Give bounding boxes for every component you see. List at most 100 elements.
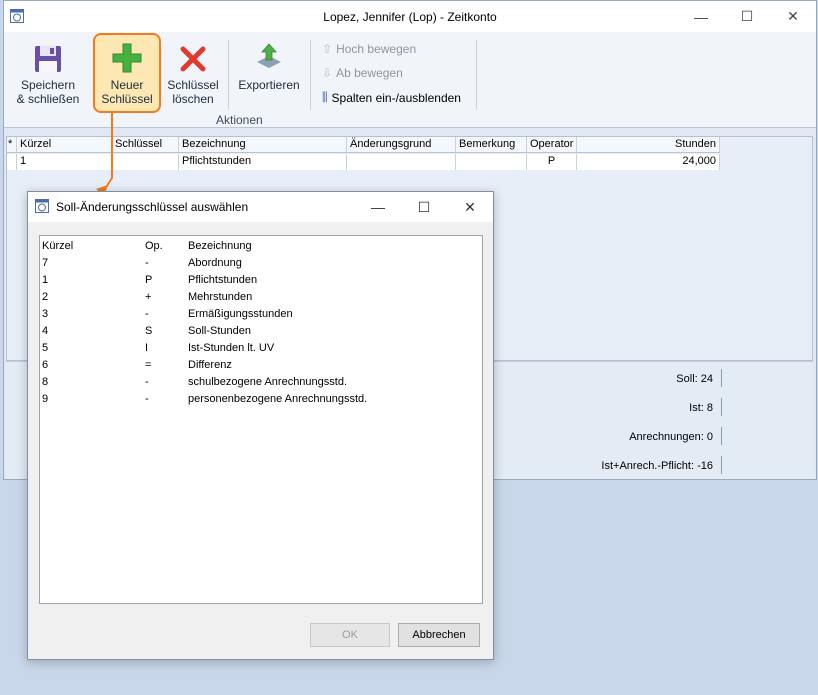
list-item-op: P: [145, 274, 153, 286]
ribbon-separator-3: [476, 40, 477, 110]
cell-stunden: 24,000: [577, 154, 720, 170]
list-header: Kürzel Op. Bezeichnung: [40, 238, 482, 255]
new-key-label-1: Neuer: [110, 78, 144, 92]
list-item-op: +: [145, 291, 152, 303]
move-down-button[interactable]: ⇩ Ab bewegen: [322, 66, 403, 80]
list-item-bezeichnung: Mehrstunden: [188, 291, 253, 303]
move-up-label: Hoch bewegen: [336, 42, 417, 56]
export-label: Exportieren: [238, 78, 300, 92]
list-item[interactable]: 7 - Abordnung: [40, 255, 482, 272]
export-arrow-icon: [257, 43, 281, 68]
summary-soll: Soll: 24: [676, 373, 713, 385]
grid-header-kuerzel[interactable]: Kürzel: [17, 137, 112, 152]
grid-header: * Kürzel Schlüssel Bezeichnung Änderungs…: [7, 137, 720, 153]
green-plus-icon: [112, 43, 142, 73]
summary-divider: [721, 369, 722, 387]
table-row[interactable]: 1 Pflichtstunden P 24,000: [7, 154, 720, 170]
list-item-bezeichnung: Pflichtstunden: [188, 274, 258, 286]
list-item-op: -: [145, 257, 149, 269]
summary-ist-anrech: Ist+Anrech.-Pflicht: -16: [601, 460, 713, 472]
move-up-button[interactable]: ⇧ Hoch bewegen: [322, 42, 416, 56]
maximize-button[interactable]: ☐: [724, 1, 770, 32]
cell-schluessel: [112, 154, 179, 170]
list-item[interactable]: 5 I Ist-Stunden lt. UV: [40, 340, 482, 357]
dialog-minimize-button[interactable]: —: [355, 192, 401, 222]
save-disk-icon: [35, 46, 61, 72]
list-item-bezeichnung: Differenz: [188, 359, 232, 371]
delete-key-button[interactable]: Schlüssel löschen: [164, 44, 222, 106]
cancel-button[interactable]: Abbrechen: [398, 623, 480, 647]
grid-header-bezeichnung[interactable]: Bezeichnung: [179, 137, 347, 152]
list-item-kuerzel: 8: [42, 376, 49, 388]
export-button[interactable]: Exportieren: [234, 42, 304, 92]
red-x-icon: [180, 46, 206, 72]
minimize-button[interactable]: —: [678, 1, 724, 32]
dialog-title: Soll-Änderungsschlüssel auswählen: [56, 200, 249, 214]
list-item-bezeichnung: schulbezogene Anrechnungsstd.: [188, 376, 348, 388]
grid-header-operator[interactable]: Operator: [527, 137, 577, 152]
list-item-op: -: [145, 393, 149, 405]
list-item[interactable]: 8 - schulbezogene Anrechnungsstd.: [40, 374, 482, 391]
columns-icon: ⫼: [322, 90, 328, 104]
ok-button[interactable]: OK: [310, 623, 390, 647]
grid-header-marker[interactable]: *: [7, 137, 17, 152]
list-item[interactable]: 3 - Ermäßigungsstunden: [40, 306, 482, 323]
list-item-bezeichnung: personenbezogene Anrechnungsstd.: [188, 393, 368, 405]
grid-header-aenderungsgrund[interactable]: Änderungsgrund: [347, 137, 456, 152]
grid-header-schluessel[interactable]: Schlüssel: [112, 137, 179, 152]
cell-operator: P: [527, 154, 577, 170]
save-label-2: & schließen: [16, 92, 80, 106]
list-item-kuerzel: 5: [42, 342, 49, 354]
ribbon: Speichern & schließen Neuer Schlüssel Sc…: [4, 32, 816, 128]
new-key-label-2: Schlüssel: [101, 92, 153, 106]
new-key-button[interactable]: Neuer Schlüssel: [94, 42, 160, 106]
list-item-kuerzel: 4: [42, 325, 49, 337]
list-item[interactable]: 6 = Differenz: [40, 357, 482, 374]
list-item-op: -: [145, 376, 149, 388]
list-item[interactable]: 1 P Pflichtstunden: [40, 272, 482, 289]
cell-bemerkung: [456, 154, 527, 170]
cell-kuerzel: 1: [17, 154, 112, 170]
list-item-kuerzel: 3: [42, 308, 49, 320]
clock-app-icon: [35, 199, 49, 213]
main-titlebar: Lopez, Jennifer (Lop) - Zeitkonto — ☐ ✕: [4, 1, 816, 32]
summary-divider: [721, 427, 722, 445]
list-item[interactable]: 9 - personenbezogene Anrechnungsstd.: [40, 391, 482, 408]
move-down-label: Ab bewegen: [336, 66, 403, 80]
summary-divider: [721, 456, 722, 474]
ribbon-group-label: Aktionen: [216, 113, 263, 127]
list-item-kuerzel: 2: [42, 291, 49, 303]
summary-ist: Ist: 8: [689, 402, 713, 414]
list-item-kuerzel: 6: [42, 359, 49, 371]
grid-header-stunden[interactable]: Stunden: [577, 137, 720, 152]
summary-divider: [721, 398, 722, 416]
list-item-kuerzel: 9: [42, 393, 49, 405]
arrow-down-icon: ⇩: [322, 66, 333, 80]
delete-key-label-1: Schlüssel: [167, 78, 219, 92]
save-close-button[interactable]: Speichern & schließen: [12, 44, 84, 106]
list-item-bezeichnung: Ist-Stunden lt. UV: [188, 342, 275, 354]
save-label-1: Speichern: [20, 78, 76, 92]
list-item-bezeichnung: Soll-Stunden: [188, 325, 251, 337]
list-item-op: =: [145, 359, 152, 371]
list-header-bezeichnung[interactable]: Bezeichnung: [188, 240, 252, 252]
columns-toggle-button[interactable]: ⫼ Spalten ein-/ausblenden: [322, 90, 461, 105]
key-list[interactable]: Kürzel Op. Bezeichnung 7 - Abordnung 1 P…: [39, 235, 483, 604]
list-item[interactable]: 2 + Mehrstunden: [40, 289, 482, 306]
close-button[interactable]: ✕: [770, 1, 816, 32]
arrow-up-icon: ⇧: [322, 42, 333, 56]
list-item[interactable]: 4 S Soll-Stunden: [40, 323, 482, 340]
grid-header-bemerkung[interactable]: Bemerkung: [456, 137, 527, 152]
list-item-op: I: [145, 342, 149, 354]
ribbon-separator: [228, 40, 229, 110]
list-header-kuerzel[interactable]: Kürzel: [42, 240, 73, 252]
ribbon-separator-2: [310, 40, 311, 110]
select-key-dialog: Soll-Änderungsschlüssel auswählen — ☐ ✕ …: [27, 191, 494, 660]
dialog-maximize-button[interactable]: ☐: [401, 192, 447, 222]
columns-label: Spalten ein-/ausblenden: [331, 90, 461, 105]
dialog-close-button[interactable]: ✕: [447, 192, 493, 222]
list-header-op[interactable]: Op.: [145, 240, 163, 252]
list-item-op: -: [145, 308, 149, 320]
row-marker: [7, 154, 17, 170]
summary-anrechnungen: Anrechnungen: 0: [629, 431, 713, 443]
